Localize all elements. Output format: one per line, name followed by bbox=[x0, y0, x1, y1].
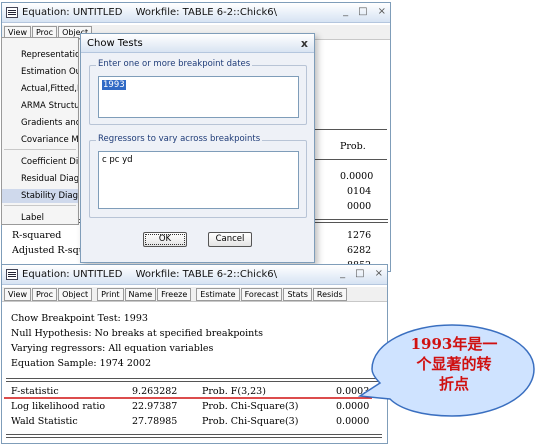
proc-menu-item[interactable]: Coefficient Diagnostics bbox=[2, 155, 78, 169]
close-icon[interactable]: × bbox=[375, 268, 383, 279]
bottom-window-title: Equation: UNTITLED Workfile: TABLE 6-2::… bbox=[22, 269, 287, 280]
print-button[interactable]: Print bbox=[97, 287, 124, 301]
stat-label: F-statistic bbox=[11, 386, 59, 397]
proc-menu-item[interactable]: Covariance Matrix bbox=[2, 133, 78, 147]
stat-value: 27.78985 bbox=[132, 416, 178, 427]
output-divider bbox=[315, 129, 387, 130]
proc-menu-item[interactable]: ARMA Structure bbox=[2, 99, 78, 113]
bottom-window-title-text: Equation: UNTITLED bbox=[22, 269, 123, 280]
prob-label: Prob. Chi-Square(3) bbox=[202, 416, 299, 427]
bottom-window-workfile: Workfile: TABLE 6-2::Chick6\ bbox=[135, 269, 277, 280]
proc-button[interactable]: Proc bbox=[31, 287, 58, 301]
stat-right-value: 6282 bbox=[347, 245, 372, 256]
chow-tests-dialog: Chow Tests x Enter one or more breakpoin… bbox=[80, 33, 315, 263]
top-window-workfile: Workfile: TABLE 6-2::Chick6\ bbox=[135, 7, 277, 18]
chow-header-line: Varying regressors: All equation variabl… bbox=[11, 343, 214, 354]
object-button[interactable]: Object bbox=[58, 287, 93, 301]
proc-menu-item-label: Gradients and Derivatives bbox=[21, 118, 78, 128]
regressors-group: Regressors to vary across breakpoints c … bbox=[89, 134, 307, 218]
prob-label: Prob. F(3,23) bbox=[202, 386, 266, 397]
top-window-title: Equation: UNTITLED Workfile: TABLE 6-2::… bbox=[22, 7, 287, 18]
breakpoint-group: Enter one or more breakpoint dates 1993 bbox=[89, 59, 307, 125]
proc-menu-item[interactable]: Label bbox=[2, 211, 78, 225]
forecast-button[interactable]: Forecast bbox=[240, 287, 283, 301]
ok-button[interactable]: OK bbox=[143, 232, 187, 247]
minimize-icon[interactable]: _ bbox=[343, 6, 348, 17]
bottom-window-toolbar: View Proc Object Print Name Freeze Estim… bbox=[2, 287, 387, 302]
prob-value: 0000 bbox=[347, 201, 372, 212]
output-divider bbox=[315, 159, 387, 160]
proc-menu-item[interactable]: Residual Diagnostics bbox=[2, 172, 78, 186]
dialog-titlebar[interactable]: Chow Tests x bbox=[81, 34, 314, 53]
breakpoint-dates-value: 1993 bbox=[102, 80, 126, 90]
top-window-titlebar[interactable]: Equation: UNTITLED Workfile: TABLE 6-2::… bbox=[2, 3, 390, 23]
proc-menu-item-label: Covariance Matrix bbox=[21, 135, 78, 145]
table-divider bbox=[6, 381, 382, 382]
bottom-equation-window: Equation: UNTITLED Workfile: TABLE 6-2::… bbox=[1, 264, 388, 444]
proc-menu-item-label: Estimation Output bbox=[21, 67, 78, 77]
callout-line: 折点 bbox=[438, 375, 469, 393]
menu-separator bbox=[4, 149, 76, 150]
window-menu-icon[interactable] bbox=[6, 269, 18, 280]
top-window-controls: _ □ × bbox=[343, 6, 386, 17]
close-icon[interactable]: × bbox=[378, 6, 386, 17]
stat-value: 22.97387 bbox=[132, 401, 178, 412]
bottom-window-controls: _ □ × bbox=[340, 268, 383, 279]
proc-menu-item[interactable]: Representations bbox=[2, 48, 78, 62]
chow-header-line: Null Hypothesis: No breaks at specified … bbox=[11, 328, 263, 339]
chow-header-line: Equation Sample: 1974 2002 bbox=[11, 358, 152, 369]
r-squared-label: R-squared bbox=[12, 230, 62, 241]
proc-menu-item-label: Coefficient Diagnostics bbox=[21, 157, 78, 167]
menu-separator bbox=[4, 205, 76, 206]
maximize-icon[interactable]: □ bbox=[355, 268, 364, 279]
chow-header-line: Chow Breakpoint Test: 1993 bbox=[11, 313, 148, 324]
regressors-value: c pc yd bbox=[102, 155, 133, 165]
proc-menu-item[interactable]: Stability Diagnostics bbox=[2, 189, 78, 203]
proc-menu-item-label: ARMA Structure bbox=[21, 101, 78, 111]
maximize-icon[interactable]: □ bbox=[358, 6, 367, 17]
proc-menu-item-label: Label bbox=[21, 213, 44, 223]
proc-menu-item-label: Residual Diagnostics bbox=[21, 174, 78, 184]
minimize-icon[interactable]: _ bbox=[340, 268, 345, 279]
breakpoint-label: Enter one or more breakpoint dates bbox=[96, 59, 253, 69]
table-divider bbox=[6, 434, 382, 435]
cancel-button[interactable]: Cancel bbox=[208, 232, 252, 247]
prob-value: 0104 bbox=[347, 186, 372, 197]
proc-menu-item-label: Representations bbox=[21, 50, 78, 60]
proc-menu: Representations Estimation Output Actual,F… bbox=[1, 37, 79, 225]
proc-menu-item[interactable]: Gradients and Derivatives bbox=[2, 116, 78, 130]
estimate-button[interactable]: Estimate bbox=[196, 287, 240, 301]
prob-value: 0.0000 bbox=[340, 171, 374, 182]
dialog-close-icon[interactable]: x bbox=[301, 34, 308, 53]
bottom-window-titlebar[interactable]: Equation: UNTITLED Workfile: TABLE 6-2::… bbox=[2, 265, 387, 285]
breakpoint-dates-input[interactable]: 1993 bbox=[98, 76, 299, 118]
freeze-button[interactable]: Freeze bbox=[157, 287, 192, 301]
proc-menu-item-label: Stability Diagnostics bbox=[21, 191, 78, 201]
top-window-title-text: Equation: UNTITLED bbox=[22, 7, 123, 18]
adjusted-r-squared-label: Adjusted R-squared bbox=[12, 245, 82, 256]
prob-column-header: Prob. bbox=[340, 141, 366, 152]
table-divider bbox=[6, 437, 382, 438]
stat-label: Log likelihood ratio bbox=[11, 401, 106, 412]
callout-line: 1993年是一 bbox=[410, 335, 498, 353]
callout-line: 个显著的转 bbox=[416, 355, 492, 373]
dialog-title: Chow Tests bbox=[87, 38, 143, 49]
view-button[interactable]: View bbox=[4, 287, 31, 301]
regressors-label: Regressors to vary across breakpoints bbox=[96, 134, 263, 144]
stat-value: 9.263282 bbox=[132, 386, 178, 397]
proc-menu-item[interactable]: Actual,Fitted,Residual bbox=[2, 82, 78, 96]
stat-right-value: 1276 bbox=[347, 230, 372, 241]
prob-label: Prob. Chi-Square(3) bbox=[202, 401, 299, 412]
resids-button[interactable]: Resids bbox=[312, 287, 347, 301]
name-button[interactable]: Name bbox=[124, 287, 157, 301]
stats-button[interactable]: Stats bbox=[283, 287, 312, 301]
table-divider bbox=[6, 378, 382, 379]
regressors-input[interactable]: c pc yd bbox=[98, 151, 299, 209]
proc-menu-item-label: Actual,Fitted,Residual bbox=[21, 84, 78, 94]
proc-menu-item[interactable]: Estimation Output bbox=[2, 65, 78, 79]
stat-label: Wald Statistic bbox=[11, 416, 78, 427]
annotation-callout-text: 1993年是一 个显著的转 折点 bbox=[385, 334, 523, 394]
window-menu-icon[interactable] bbox=[6, 7, 18, 18]
